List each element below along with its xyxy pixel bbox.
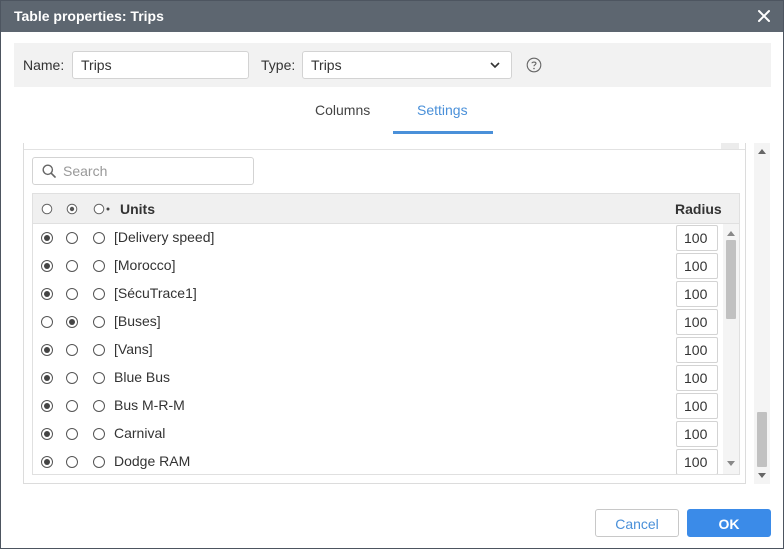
row-option-radio-3[interactable] [93,316,105,328]
row-option-radio-1[interactable] [41,288,53,300]
name-label: Name: [23,57,65,73]
dialog-title: Table properties: Trips [14,8,164,24]
row-option-radio-2[interactable] [66,428,78,440]
tab-bar: Columns Settings [1,89,783,135]
unit-name: Carnival [114,425,166,441]
type-select-value: Trips [311,57,342,73]
cancel-button[interactable]: Cancel [595,509,679,537]
row-option-radio-1[interactable] [41,400,53,412]
search-box[interactable] [32,157,254,185]
scroll-up-icon[interactable] [758,149,766,154]
search-input[interactable] [63,162,243,180]
name-field[interactable]: Trips [72,51,249,79]
units-table: Units Radius [Delivery speed] 100 [Morocco… [32,193,740,475]
row-option-radio-3[interactable] [93,344,105,356]
tab-columns[interactable]: Columns [315,102,370,118]
tab-settings[interactable]: Settings [417,102,468,118]
radius-field[interactable]: 100 [676,449,718,474]
row-option-radio-3[interactable] [93,288,105,300]
table-row: [SécuTrace1] 100 [33,280,739,308]
row-option-radio-2[interactable] [66,372,78,384]
panel-scrollbar[interactable] [754,143,770,484]
question-circle-icon[interactable] [526,57,542,73]
type-label: Type: [261,57,296,73]
units-column-header[interactable]: Units [120,201,155,217]
unit-name: [Buses] [114,313,161,329]
table-row: [Morocco] 100 [33,252,739,280]
scrollbar-thumb[interactable] [757,412,767,467]
row-option-radio-1[interactable] [41,456,53,468]
radius-field[interactable]: 100 [676,281,718,307]
row-option-radio-2[interactable] [66,316,78,328]
divider [24,149,745,150]
divider [721,143,739,149]
dialog-titlebar: Table properties: Trips [1,1,783,32]
table-properties-dialog: Table properties: Trips Name: Trips Type… [0,0,784,549]
radius-field[interactable]: 100 [676,365,718,391]
row-option-radio-3[interactable] [93,372,105,384]
ok-button[interactable]: OK [687,509,771,537]
scroll-down-icon[interactable] [727,461,735,466]
table-row: [Delivery speed] 100 [33,224,739,252]
radius-column-header: Radius [675,201,722,217]
scroll-down-icon[interactable] [758,473,766,478]
row-option-radio-2[interactable] [66,288,78,300]
row-option-radio-1[interactable] [41,428,53,440]
row-option-radio-2[interactable] [66,260,78,272]
row-option-radio-1[interactable] [41,316,53,328]
row-option-radio-1[interactable] [41,344,53,356]
chevron-down-icon [490,62,500,69]
row-option-radio-1[interactable] [41,260,53,272]
row-option-radio-2[interactable] [66,456,78,468]
table-row: Bus M-R-M 100 [33,392,739,420]
select-all-alt-icon[interactable] [93,203,113,215]
radius-field[interactable]: 100 [676,393,718,419]
row-option-radio-2[interactable] [66,400,78,412]
radius-field[interactable]: 100 [676,225,718,251]
row-option-radio-2[interactable] [66,344,78,356]
table-scrollbar[interactable] [723,224,739,474]
unit-name: Blue Bus [114,369,171,385]
table-header: Units Radius [33,194,739,224]
unit-name: [Morocco] [114,257,176,273]
properties-bar: Name: Trips Type: Trips [14,43,771,87]
row-option-radio-1[interactable] [41,372,53,384]
radius-field[interactable]: 100 [676,421,718,447]
table-row: [Buses] 100 [33,308,739,336]
row-option-radio-3[interactable] [93,232,105,244]
row-option-radio-3[interactable] [93,400,105,412]
unit-name: Dodge RAM [114,453,191,469]
active-tab-indicator [393,131,493,134]
unit-name: [Delivery speed] [114,229,215,245]
row-option-radio-3[interactable] [93,260,105,272]
row-option-radio-2[interactable] [66,232,78,244]
row-option-radio-1[interactable] [41,232,53,244]
search-icon [42,164,56,178]
radius-field[interactable]: 100 [676,309,718,335]
unit-name: [Vans] [114,341,153,357]
close-icon[interactable] [755,7,773,25]
scroll-up-icon[interactable] [727,231,735,236]
radius-field[interactable]: 100 [676,337,718,363]
type-select[interactable]: Trips [302,51,512,79]
scrollbar-thumb[interactable] [726,240,736,319]
table-row: Carnival 100 [33,420,739,448]
unit-name: [SécuTrace1] [114,285,197,301]
unit-name: Bus M-R-M [114,397,185,413]
select-all-off-icon[interactable] [41,203,53,215]
row-option-radio-3[interactable] [93,456,105,468]
table-row: [Vans] 100 [33,336,739,364]
table-row: Blue Bus 100 [33,364,739,392]
table-row: Dodge RAM 100 [33,448,739,474]
radius-field[interactable]: 100 [676,253,718,279]
select-all-on-icon[interactable] [66,203,78,215]
row-option-radio-3[interactable] [93,428,105,440]
table-body: [Delivery speed] 100 [Morocco] 100 [SécuTrac… [33,224,739,474]
settings-panel: Units Radius [Delivery speed]100[Morocco… [23,143,746,484]
